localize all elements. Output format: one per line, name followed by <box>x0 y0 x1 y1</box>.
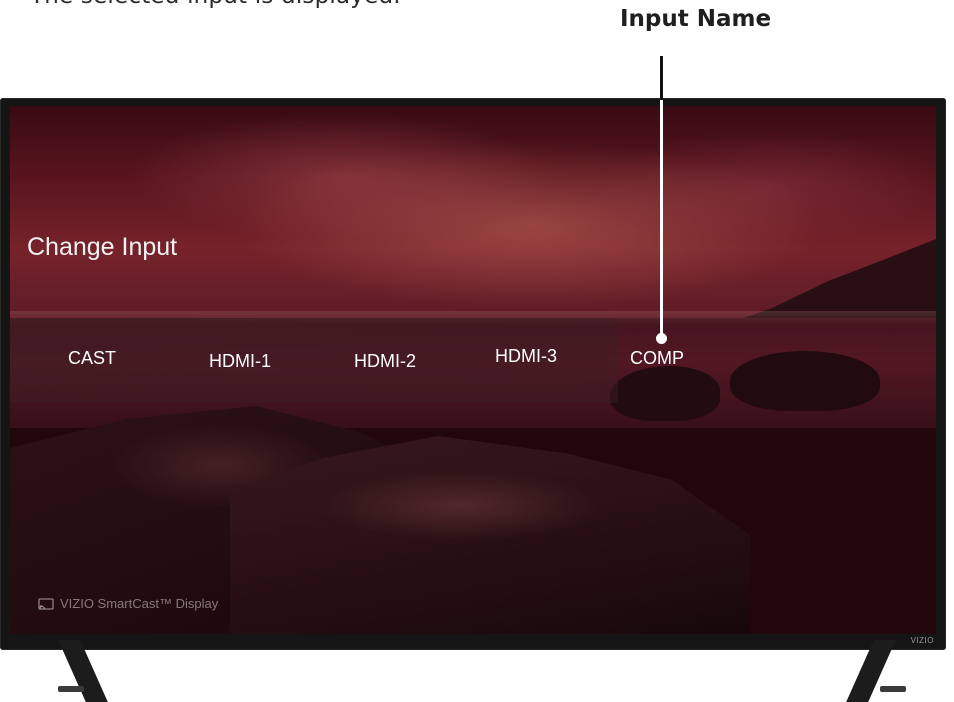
callout-dot <box>656 333 667 344</box>
tv-screen: Change Input CAST HDMI-1 HDMI-2 HDMI-3 C… <box>10 106 936 634</box>
bezel-logo: VIZIO <box>910 636 934 645</box>
callout-leader-line <box>660 100 663 338</box>
input-item-hdmi-3[interactable]: HDMI-3 <box>495 346 557 367</box>
cast-icon <box>38 597 54 610</box>
menu-title: Change Input <box>27 233 178 261</box>
tv-frame: Change Input CAST HDMI-1 HDMI-2 HDMI-3 C… <box>0 98 946 650</box>
brand-watermark: VIZIO SmartCast™ Display <box>38 596 218 611</box>
input-item-comp[interactable]: COMP <box>630 348 684 369</box>
input-item-cast[interactable]: CAST <box>68 348 116 369</box>
input-menu: CAST HDMI-1 HDMI-2 HDMI-3 COMP <box>10 318 710 403</box>
brand-text: VIZIO SmartCast™ Display <box>60 596 219 611</box>
stand-foot-right <box>880 686 906 692</box>
instruction-caption: The selected input is displayed. <box>30 0 401 9</box>
callout-label: Input Name <box>620 6 772 32</box>
input-item-hdmi-1[interactable]: HDMI-1 <box>209 351 271 372</box>
stand-foot-left <box>58 686 84 692</box>
input-item-hdmi-2[interactable]: HDMI-2 <box>354 351 416 372</box>
callout-leader-line-top <box>660 56 663 100</box>
